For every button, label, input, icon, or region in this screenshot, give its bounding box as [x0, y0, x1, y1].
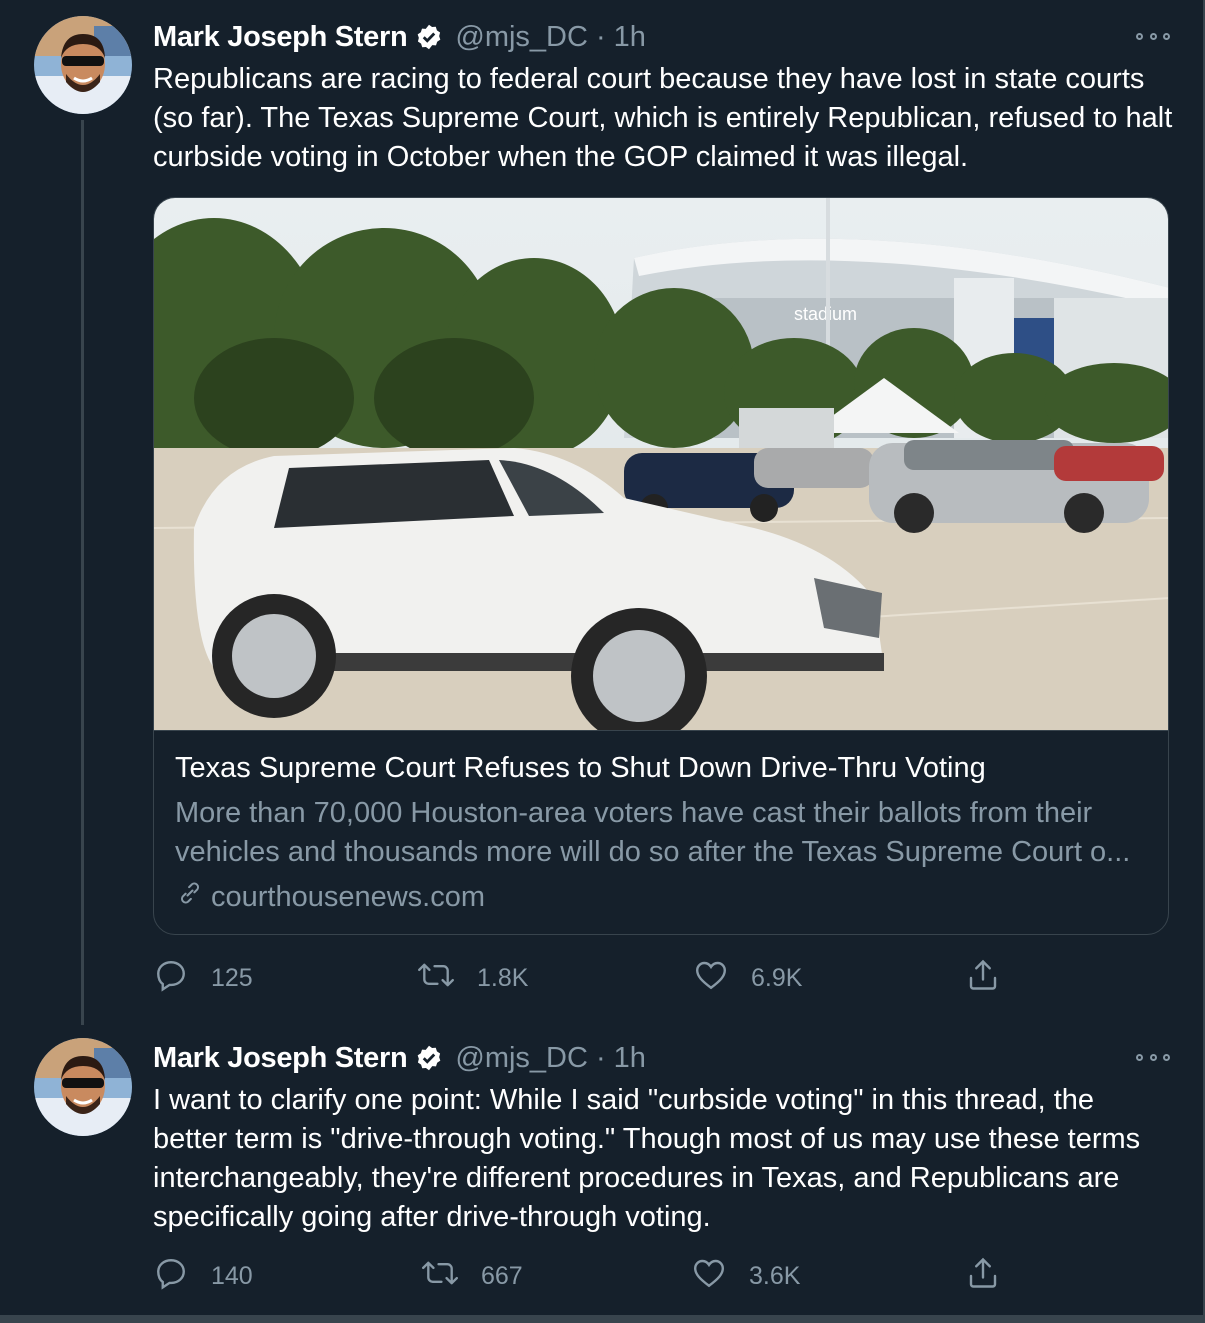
author-name[interactable]: Mark Joseph Stern	[153, 1042, 408, 1075]
author-handle[interactable]: @mjs_DC	[455, 1042, 588, 1075]
reply-icon	[153, 1255, 211, 1298]
card-description-line: vehicles and thousands more will do so a…	[175, 836, 1131, 868]
card-description: More than 70,000 Houston-area voters hav…	[175, 794, 1155, 872]
card-title[interactable]: Texas Supreme Court Refuses to Shut Down…	[175, 752, 986, 785]
stadium-sign: stadium	[794, 304, 857, 324]
reply-count: 125	[211, 963, 253, 992]
like-button[interactable]: 6.9K	[693, 958, 802, 998]
reply-button[interactable]: 125	[153, 958, 253, 998]
separator-dot: ·	[595, 1041, 606, 1074]
card-domain-text: courthousenews.com	[211, 880, 486, 913]
more-options-icon[interactable]	[1136, 26, 1170, 46]
avatar[interactable]	[34, 16, 132, 114]
link-card[interactable]: stadium Texas Supreme Court Refuses to S…	[153, 197, 1169, 935]
like-count: 3.6K	[749, 1261, 801, 1290]
verified-badge-icon	[415, 23, 443, 51]
reply-button[interactable]: 140	[153, 1256, 253, 1296]
reply-count: 140	[211, 1261, 253, 1290]
avatar[interactable]	[34, 1038, 132, 1136]
share-icon	[965, 957, 1023, 1000]
share-button[interactable]	[965, 1256, 1023, 1296]
card-domain[interactable]: courthousenews.com	[175, 878, 485, 916]
timestamp[interactable]: 1h	[614, 21, 646, 54]
tweet-text: Republicans are racing to federal court …	[153, 63, 1173, 173]
tweet-1[interactable]: Mark Joseph Stern @mjs_DC · 1h Republica…	[0, 0, 1200, 1030]
like-icon	[693, 957, 751, 1000]
like-icon	[691, 1255, 749, 1298]
tweet-header: Mark Joseph Stern @mjs_DC · 1h	[153, 1038, 646, 1078]
reply-icon	[153, 957, 211, 1000]
author-name[interactable]: Mark Joseph Stern	[153, 21, 408, 54]
like-button[interactable]: 3.6K	[691, 1256, 800, 1296]
retweet-icon	[421, 1255, 481, 1298]
tweet-actions: 125 1.8K 6.9K	[153, 958, 1013, 998]
retweet-count: 667	[481, 1261, 523, 1290]
tweet-text: I want to clarify one point: While I sai…	[153, 1084, 1141, 1233]
tweet-actions: 140 667 3.6K	[153, 1256, 1013, 1296]
separator-dot: ·	[595, 20, 606, 53]
card-description-line: More than 70,000 Houston-area voters hav…	[175, 797, 1093, 829]
retweet-count: 1.8K	[477, 963, 529, 992]
like-count: 6.9K	[751, 963, 803, 992]
verified-badge-icon	[415, 1044, 443, 1072]
retweet-icon	[417, 957, 477, 1000]
share-icon	[965, 1255, 1023, 1298]
bottom-border	[0, 1315, 1205, 1323]
tweet-header: Mark Joseph Stern @mjs_DC · 1h	[153, 17, 646, 57]
link-icon	[175, 878, 211, 916]
share-button[interactable]	[965, 958, 1023, 998]
tweet-2[interactable]: Mark Joseph Stern @mjs_DC · 1h I want to…	[0, 1030, 1200, 1320]
author-handle[interactable]: @mjs_DC	[455, 21, 588, 54]
more-options-icon[interactable]	[1136, 1047, 1170, 1067]
timestamp[interactable]: 1h	[614, 1042, 646, 1075]
card-image[interactable]: stadium	[154, 198, 1168, 731]
retweet-button[interactable]: 1.8K	[417, 958, 528, 998]
retweet-button[interactable]: 667	[421, 1256, 523, 1296]
